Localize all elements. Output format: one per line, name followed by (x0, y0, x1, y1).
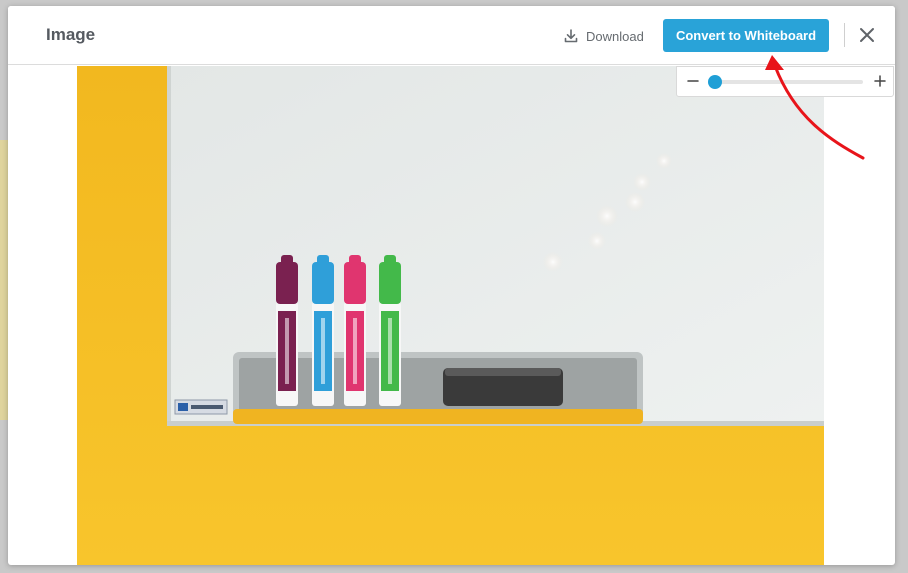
close-button[interactable] (857, 25, 877, 45)
dialog-title: Image (46, 25, 96, 44)
marker (276, 255, 298, 406)
backdrop (0, 140, 8, 420)
zoom-slider-thumb[interactable] (708, 75, 722, 89)
convert-to-whiteboard-button[interactable]: Convert to Whiteboard (663, 19, 829, 52)
download-label: Download (586, 28, 644, 44)
close-icon (860, 28, 874, 42)
dialog-header: Image Download Convert to Whiteboard (8, 6, 895, 65)
marker (379, 255, 401, 406)
brand-plate (174, 399, 228, 415)
marker (344, 255, 366, 406)
plus-icon[interactable] (873, 74, 887, 88)
minus-icon[interactable] (686, 74, 700, 88)
download-button[interactable]: Download (563, 26, 644, 46)
marker (312, 255, 334, 406)
zoom-control (676, 66, 894, 97)
preview-image (77, 66, 824, 565)
image-dialog: Image Download Convert to Whiteboard (8, 6, 895, 565)
zoom-slider-track[interactable] (708, 75, 863, 89)
download-icon (564, 29, 578, 43)
header-divider (844, 23, 845, 47)
whiteboard-photo (77, 66, 824, 565)
